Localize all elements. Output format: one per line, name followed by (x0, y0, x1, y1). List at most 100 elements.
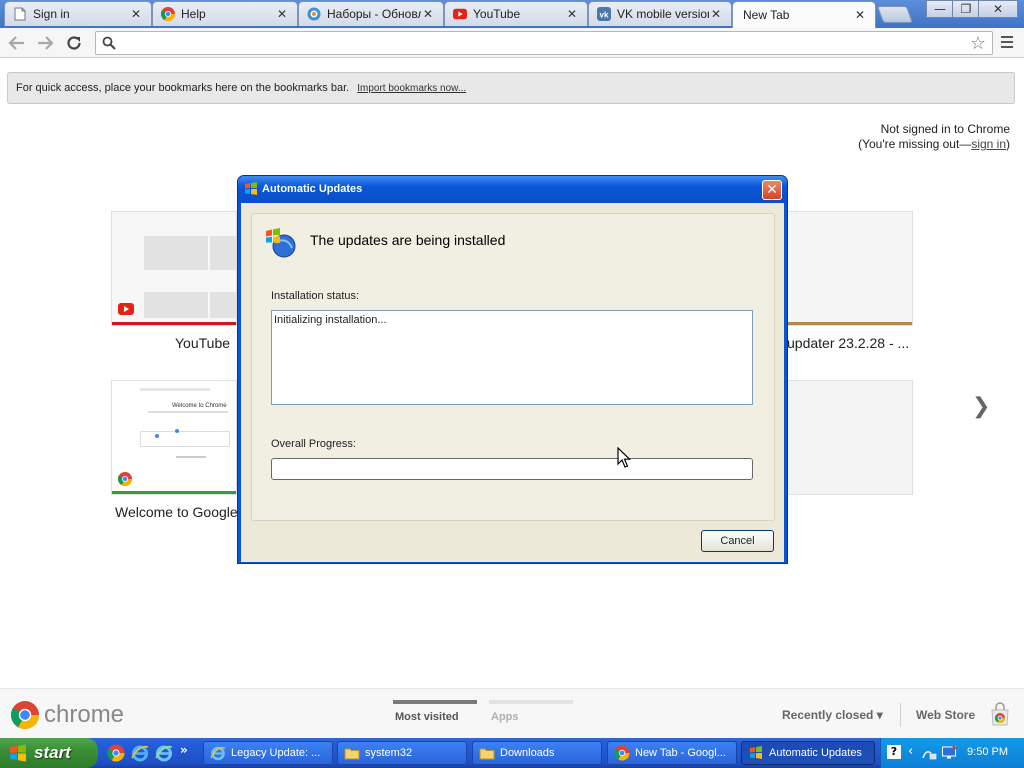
thumbnail-youtube[interactable] (111, 211, 238, 326)
forward-button[interactable] (34, 32, 56, 54)
ie-icon[interactable] (131, 744, 149, 762)
tab-new-tab[interactable]: New Tab ✕ (732, 1, 876, 28)
help-icon[interactable]: ? (887, 745, 901, 759)
start-button[interactable]: start (0, 738, 98, 768)
thumbnail-preview-block (210, 236, 238, 270)
chrome-icon (614, 745, 630, 761)
tab-close-icon[interactable]: ✕ (129, 7, 143, 21)
thumbnail-updater[interactable] (787, 211, 913, 326)
next-page-arrow-icon[interactable]: ❯ (972, 394, 990, 419)
search-icon (102, 36, 116, 50)
tab-close-icon[interactable]: ✕ (709, 7, 723, 21)
window-close-button[interactable]: ✕ (978, 0, 1018, 18)
tab-help[interactable]: Help ✕ (152, 1, 298, 26)
thumbnail-preview-block (144, 236, 208, 270)
thumbnail-color-bar (112, 322, 236, 325)
chrome-icon (118, 472, 132, 486)
dialog-close-button[interactable]: ✕ (762, 180, 782, 200)
windows-logo-icon (10, 744, 26, 762)
web-store-link[interactable]: Web Store (916, 708, 975, 722)
taskbar-button-label: New Tab - Googl... (635, 747, 726, 759)
thumbnail-color-bar (112, 491, 236, 494)
signin-prefix: (You're missing out— (858, 137, 972, 151)
thumbnail-preview-heading: Welcome to Chrome (172, 403, 227, 409)
thumbnail-preview-block (140, 431, 230, 447)
recently-closed-menu[interactable]: Recently closed ▾ (782, 708, 883, 722)
thumbnail-welcome[interactable]: Welcome to Chrome (111, 380, 237, 495)
bookmark-star-icon[interactable]: ☆ (970, 33, 986, 54)
tray-expand-chevron-icon[interactable]: ‹ (908, 744, 913, 759)
chrome-menu-button[interactable] (998, 33, 1016, 51)
chrome-wordmark: chrome (44, 701, 125, 728)
taskbar-button-new-tab[interactable]: New Tab - Googl... (607, 741, 737, 765)
taskbar-button-legacy-update[interactable]: Legacy Update: ... (203, 741, 333, 765)
tab-close-icon[interactable]: ✕ (853, 8, 867, 22)
tab-title: New Tab (743, 8, 790, 22)
quick-launch-overflow[interactable]: » (180, 743, 188, 757)
folder-icon (344, 748, 360, 760)
tab-nabory[interactable]: Наборы - Обновл ✕ (298, 1, 444, 26)
windows-update-globe-icon (266, 228, 296, 258)
taskbar-button-system32[interactable]: system32 (337, 741, 467, 765)
minimize-button[interactable]: — (926, 0, 954, 18)
signin-notice: Not signed in to Chrome (You're missing … (858, 122, 1010, 152)
thumbnail-empty[interactable] (787, 380, 913, 495)
folder-icon (479, 748, 495, 760)
signin-suffix: ) (1006, 137, 1010, 151)
monitor-icon[interactable] (941, 745, 957, 761)
dialog-body: The updates are being installed Installa… (241, 203, 784, 562)
taskbar-button-label: Legacy Update: ... (231, 747, 321, 759)
page-icon (13, 7, 27, 21)
overall-progress-label: Overall Progress: (271, 438, 356, 450)
reload-button[interactable] (63, 32, 85, 54)
thumbnail-preview-block (144, 292, 208, 318)
thumbnail-preview-line (140, 388, 210, 391)
dialog-titlebar[interactable]: Automatic Updates ✕ (238, 176, 787, 203)
forward-arrow-icon (38, 36, 54, 50)
tab-youtube[interactable]: YouTube ✕ (444, 1, 588, 26)
signin-line1: Not signed in to Chrome (880, 122, 1010, 136)
taskbar-button-downloads[interactable]: Downloads (472, 741, 602, 765)
dialog-heading: The updates are being installed (310, 232, 506, 248)
tab-close-icon[interactable]: ✕ (565, 7, 579, 21)
omnibox[interactable]: ☆ (95, 31, 993, 55)
dialog-title: Automatic Updates (262, 183, 363, 195)
installation-status-label: Installation status: (271, 290, 360, 302)
tab-close-icon[interactable]: ✕ (421, 7, 435, 21)
taskbar-button-label: Automatic Updates (769, 747, 862, 759)
ie-icon (210, 746, 226, 761)
back-button[interactable] (6, 32, 28, 54)
bookmarks-bar: For quick access, place your bookmarks h… (7, 72, 1015, 104)
tab-vk[interactable]: vk VK mobile version ✕ (588, 1, 732, 26)
windows-update-icon (245, 182, 257, 195)
taskbar-button-label: Downloads (500, 747, 555, 759)
restore-button[interactable]: ❐ (952, 0, 980, 18)
dialog-content-panel: The updates are being installed Installa… (251, 213, 775, 521)
most-visited-tab[interactable]: Most visited (395, 711, 459, 723)
back-arrow-icon (8, 36, 24, 50)
windows-update-icon (750, 746, 762, 759)
new-tab-button[interactable] (876, 6, 914, 23)
taskbar-button-label: system32 (365, 747, 413, 759)
taskbar: start » Legacy Update: ... system32 Down… (0, 738, 1024, 768)
bookmarks-bar-message: For quick access, place your bookmarks h… (16, 82, 350, 94)
taskbar-button-automatic-updates[interactable]: Automatic Updates (741, 741, 875, 765)
tab-title: YouTube (473, 7, 521, 21)
cancel-button[interactable]: Cancel (701, 530, 774, 552)
ie-alt-icon[interactable] (155, 744, 173, 762)
svg-text:vk: vk (600, 11, 609, 20)
sign-in-link[interactable]: sign in (971, 137, 1006, 151)
tab-close-icon[interactable]: ✕ (275, 7, 289, 21)
apps-tab[interactable]: Apps (491, 711, 519, 723)
web-store-icon[interactable] (989, 702, 1011, 726)
chrome-icon[interactable] (107, 744, 125, 762)
import-bookmarks-link[interactable]: Import bookmarks now... (357, 83, 466, 94)
thumbnail-preview-dot (155, 434, 159, 438)
hamburger-icon (1001, 36, 1013, 38)
tab-indicator (489, 700, 573, 704)
installation-status-box[interactable]: Initializing installation... (271, 310, 753, 405)
tab-sign-in[interactable]: Sign in ✕ (4, 1, 152, 26)
network-icon[interactable] (921, 745, 937, 761)
site-icon (307, 7, 321, 21)
chrome-logo-icon (11, 701, 39, 729)
